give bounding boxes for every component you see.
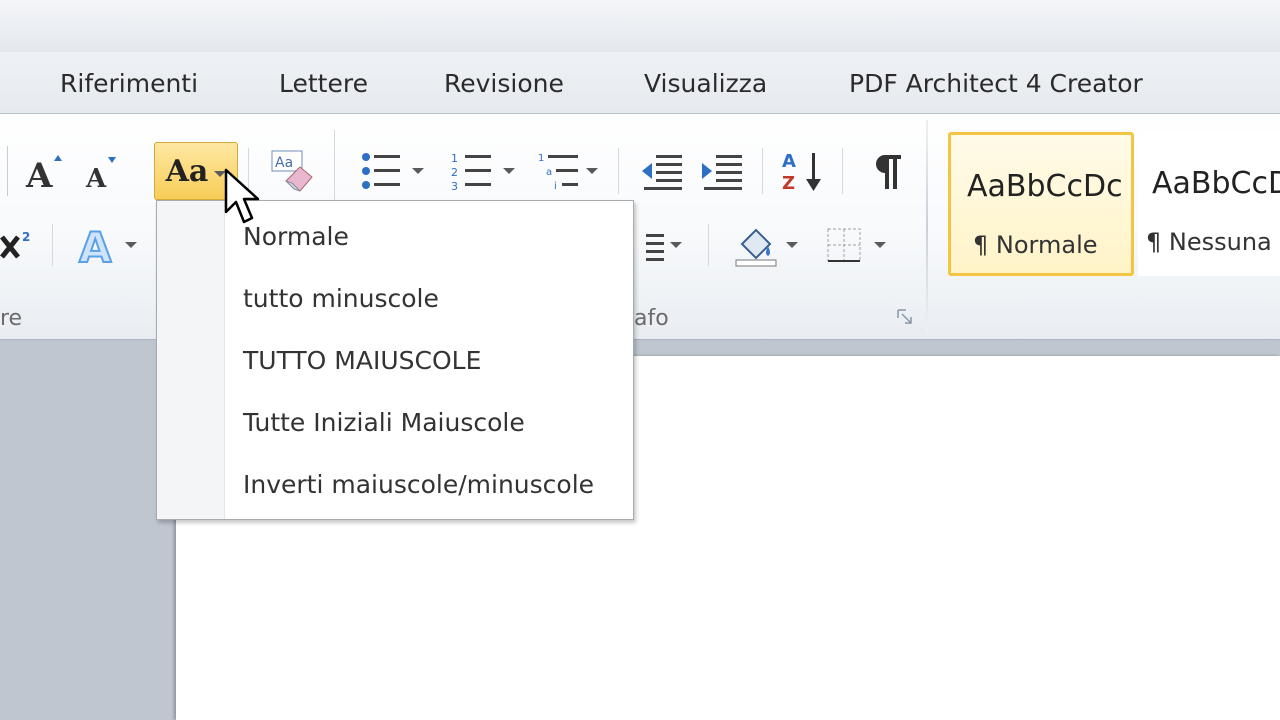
chevron-down-icon <box>412 168 424 174</box>
chevron-down-icon <box>125 242 137 248</box>
ribbon-tab-bar: Riferimenti Lettere Revisione Visualizza… <box>0 52 1280 114</box>
increase-indent-button[interactable] <box>696 146 748 196</box>
increase-indent-icon <box>702 155 742 190</box>
paragraph-group-label: afo <box>634 306 669 331</box>
multilevel-list-button[interactable]: 1 a i <box>532 146 604 196</box>
menu-item-tutto-maiuscole[interactable]: TUTTO MAIUSCOLE <box>227 335 631 387</box>
mouse-cursor-icon <box>224 168 260 224</box>
separator <box>708 224 709 266</box>
svg-text:Z: Z <box>782 173 795 193</box>
shrink-font-icon: A <box>85 157 116 193</box>
tab-revisione[interactable]: Revisione <box>444 66 564 102</box>
separator <box>618 148 619 194</box>
line-spacing-button[interactable] <box>634 222 690 268</box>
shading-button[interactable] <box>726 220 804 270</box>
numbering-icon: 1 2 3 <box>451 152 491 191</box>
menu-item-tutte-iniziali-maiuscole[interactable]: Tutte Iniziali Maiuscole <box>227 397 631 449</box>
svg-text:2: 2 <box>22 230 30 244</box>
svg-text:i: i <box>554 181 557 191</box>
svg-text:2: 2 <box>451 166 458 179</box>
chevron-down-icon <box>670 242 682 248</box>
bullets-button[interactable] <box>356 146 428 196</box>
menu-icon-gutter <box>157 201 225 519</box>
svg-text:A: A <box>782 151 796 172</box>
font-group-label: re <box>0 306 23 331</box>
chevron-down-icon <box>786 242 798 248</box>
grow-font-button[interactable]: A <box>22 146 66 196</box>
change-case-menu: Normale tutto minuscole TUTTO MAIUSCOLE … <box>156 200 634 520</box>
separator <box>842 148 843 194</box>
show-paragraph-marks-button[interactable] <box>862 146 912 196</box>
svg-text:a: a <box>546 167 552 178</box>
text-effects-button[interactable]: A <box>72 220 142 270</box>
svg-text:A: A <box>85 164 107 193</box>
bullets-icon <box>362 153 400 189</box>
tab-lettere[interactable]: Lettere <box>279 66 368 102</box>
chevron-down-icon <box>503 168 515 174</box>
show-paragraph-marks-icon <box>876 155 901 189</box>
superscript-button[interactable]: 2 <box>0 222 34 268</box>
numbering-button[interactable]: 1 2 3 <box>446 146 520 196</box>
style-name: ¶ Nessuna <box>1146 228 1272 256</box>
paragraph-dialog-launcher[interactable] <box>894 306 916 328</box>
svg-text:3: 3 <box>451 180 458 191</box>
style-normale[interactable]: AaBbCcDc ¶ Normale <box>948 132 1134 276</box>
style-sample: AaBbCcD <box>1152 166 1280 201</box>
change-case-icon: Aa <box>165 153 209 189</box>
tab-pdf-architect[interactable]: PDF Architect 4 Creator <box>849 66 1143 102</box>
menu-item-inverti-maiuscole-minuscole[interactable]: Inverti maiuscole/minuscole <box>227 459 631 511</box>
svg-text:1: 1 <box>538 153 544 164</box>
chevron-down-icon <box>586 168 598 174</box>
sort-button[interactable]: A Z <box>776 146 828 196</box>
title-bar <box>0 0 1280 52</box>
svg-text:A: A <box>25 156 53 193</box>
tab-riferimenti[interactable]: Riferimenti <box>60 66 198 102</box>
grow-font-icon: A <box>25 155 62 193</box>
chevron-down-icon <box>874 242 886 248</box>
style-name: ¶ Normale <box>973 231 1098 259</box>
style-nessuna[interactable]: AaBbCcD ¶ Nessuna <box>1138 132 1280 276</box>
separator <box>52 224 53 266</box>
tab-visualizza[interactable]: Visualizza <box>644 66 767 102</box>
style-sample: AaBbCcDc <box>967 169 1123 204</box>
menu-item-normale[interactable]: Normale <box>227 211 631 263</box>
decrease-indent-icon <box>642 155 682 190</box>
clear-formatting-button[interactable]: Aa <box>266 146 318 196</box>
line-spacing-icon <box>646 234 664 261</box>
styles-gallery: AaBbCcDc ¶ Normale AaBbCcD ¶ Nessuna <box>944 128 1280 284</box>
decrease-indent-button[interactable] <box>636 146 688 196</box>
borders-button[interactable] <box>816 220 894 270</box>
separator <box>762 148 763 194</box>
shrink-font-button[interactable]: A <box>80 146 124 196</box>
group-divider <box>926 120 928 332</box>
svg-text:Aa: Aa <box>275 155 293 171</box>
clear-formatting-icon: Aa <box>271 150 313 192</box>
svg-text:A: A <box>79 223 112 268</box>
svg-text:1: 1 <box>451 152 458 165</box>
font-size-box-edge[interactable] <box>0 146 8 196</box>
text-effects-icon: A <box>78 222 113 268</box>
sort-icon: A Z <box>782 151 821 193</box>
menu-item-tutto-minuscole[interactable]: tutto minuscole <box>227 273 631 325</box>
borders-icon <box>827 228 861 262</box>
dialog-launcher-icon <box>897 309 912 324</box>
superscript-icon: 2 <box>0 230 30 259</box>
multilevel-list-icon: 1 a i <box>538 153 578 191</box>
shading-icon <box>735 228 777 267</box>
